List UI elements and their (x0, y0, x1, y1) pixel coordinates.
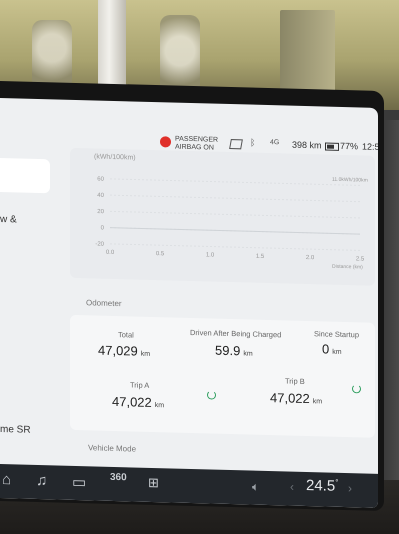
temp-increase-chevron-icon[interactable]: › (348, 481, 352, 495)
chart-x-tick-label: 0.5 (156, 251, 165, 257)
background-fixture (32, 20, 72, 90)
background-fixture (160, 15, 200, 95)
chart-y-tick-label: -20 (95, 241, 104, 247)
chart-average-label: 11.0kWh/100km (332, 177, 368, 184)
infotainment-screen: PASSENGER AIRBAG ON ᛒ 4G 398 km 77% 12:5… (0, 98, 378, 508)
charged-value: 59.9 km (215, 343, 253, 359)
startup-unit: km (332, 348, 342, 356)
trip-b-value: 47,022 km (270, 390, 322, 406)
temperature-degree: ° (335, 477, 339, 487)
energy-consumption-chart: (kWh/100km) 11.0kWh/100km 60 40 20 0 -20 0.0… (70, 147, 375, 286)
charged-unit: km (243, 350, 253, 358)
temp-decrease-chevron-icon[interactable]: ‹ (290, 480, 294, 494)
trip-a-value: 47,022 km (112, 394, 164, 410)
app-grid-icon[interactable]: ⊞ (148, 475, 159, 491)
airbag-warning-icon (160, 136, 171, 148)
chart-gridlines (110, 178, 360, 251)
temperature-value: 24.5 (306, 477, 336, 495)
volume-icon[interactable]: 🔈︎ (252, 480, 259, 495)
trip-b-label: Trip B (285, 376, 305, 386)
sidebar-item-drive-mode[interactable]: me SR (0, 424, 31, 436)
trip-a-unit: km (154, 402, 165, 410)
trip-a-number: 47,022 (112, 393, 152, 410)
total-number: 47,029 (98, 342, 138, 359)
clock: 12:56 (362, 141, 378, 153)
chart-y-tick-label: 60 (97, 177, 104, 183)
chart-x-tick-label: 1.0 (206, 252, 215, 258)
chart-x-tick-label: 2.0 (306, 255, 315, 261)
chart-gridline (110, 210, 360, 219)
settings-sidebar: w & me SR ance (0, 154, 55, 494)
reset-trip-a-icon[interactable] (207, 390, 216, 400)
background-frame (280, 10, 335, 95)
chart-y-label: (kWh/100km) (94, 153, 136, 161)
battery-percent: 77% (340, 140, 359, 152)
chart-gridline (110, 194, 360, 203)
charged-label: Driven After Being Charged (190, 327, 282, 340)
chart-y-tick-label: 0 (101, 225, 105, 231)
signal-icon: 4G (270, 139, 280, 147)
charged-number: 59.9 (215, 342, 241, 359)
odometer-card: Total 47,029 km Driven After Being Charge… (70, 314, 375, 438)
chart-x-label: Distance (km) (332, 264, 363, 271)
startup-value: 0 km (322, 341, 342, 357)
range-readout: 398 km (292, 139, 322, 151)
chart-zero-line (110, 227, 360, 235)
chart-x-tick-label: 1.5 (256, 254, 265, 260)
chart-y-tick-label: 20 (97, 209, 104, 215)
chart-x-tick-label: 2.5 (356, 256, 365, 262)
trip-b-unit: km (312, 398, 323, 406)
sidebar-item-display[interactable]: w & (0, 214, 17, 225)
total-unit: km (140, 350, 151, 358)
chart-x-ticks: 0.0 0.5 1.0 1.5 2.0 2.5 (106, 250, 365, 263)
apps-tray-icon[interactable]: ▭ (72, 473, 86, 491)
odometer-section-label: Odometer (86, 298, 122, 309)
chart-canvas: (kWh/100km) 11.0kWh/100km 60 40 20 0 -20 0.0… (94, 153, 368, 271)
music-icon[interactable]: ♫ (36, 472, 47, 489)
chart-y-tick-label: 40 (97, 193, 104, 199)
sidebar-item-selected[interactable] (0, 157, 50, 194)
vehicle-mode-label: Vehicle Mode (88, 443, 137, 454)
battery-icon (325, 142, 339, 151)
reset-trip-b-icon[interactable] (352, 384, 361, 394)
total-value: 47,029 km (98, 343, 150, 359)
trip-b-number: 47,022 (270, 390, 310, 407)
startup-label: Since Startup (314, 329, 360, 340)
climate-temperature[interactable]: 24.5° (306, 477, 338, 495)
chart-x-tick-label: 0.0 (106, 250, 115, 256)
car-icon[interactable]: ⌂ (2, 471, 11, 488)
trip-a-label: Trip A (130, 380, 150, 390)
chart-gridline (110, 243, 360, 251)
chart-gridline (110, 178, 360, 186)
camera-360-button[interactable]: 360 (110, 472, 127, 483)
chart-y-ticks: 60 40 20 0 -20 (95, 177, 105, 248)
startup-number: 0 (322, 341, 330, 357)
total-label: Total (118, 330, 134, 340)
bluetooth-icon[interactable]: ᛒ (250, 138, 255, 148)
camera-off-icon[interactable] (229, 139, 243, 150)
